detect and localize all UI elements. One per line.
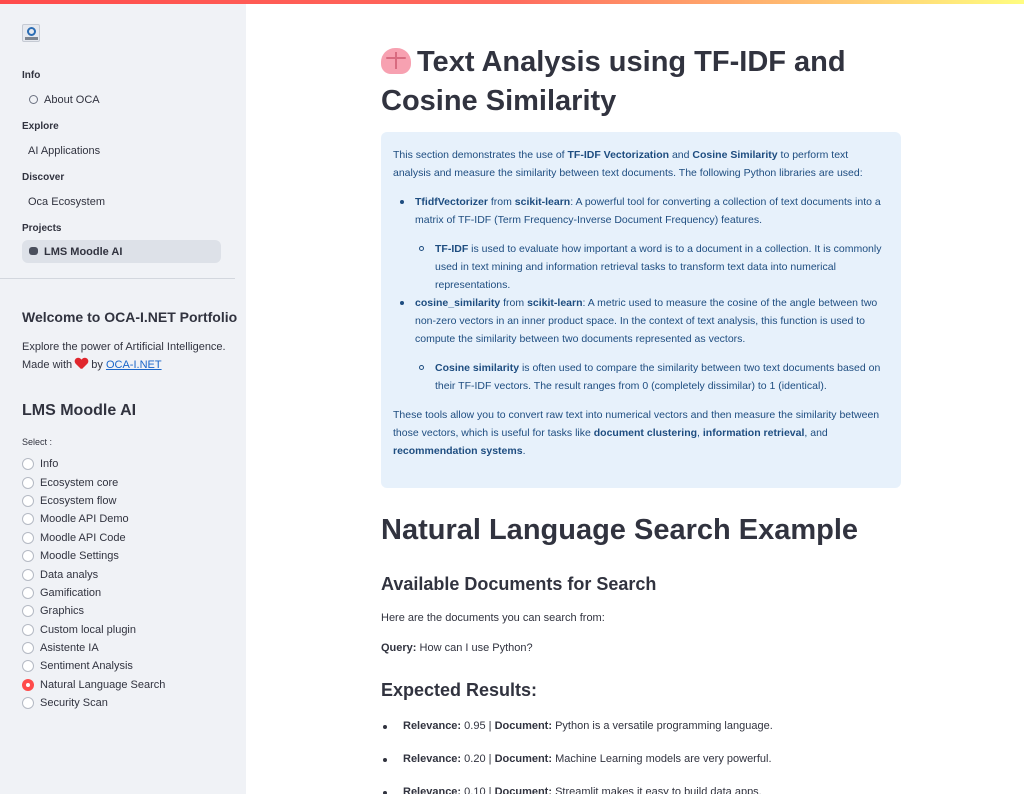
result-item: Relevance: 0.95 | Document: Python is a … <box>381 720 773 732</box>
result-item: Relevance: 0.10 | Document: Streamlit ma… <box>381 786 762 794</box>
nav-item-ai-applications[interactable]: AI Applications <box>22 139 221 162</box>
radio-label: Gamification <box>40 586 102 599</box>
nav-item-label: About OCA <box>44 93 100 106</box>
radio-option[interactable]: Ecosystem flow <box>22 492 165 510</box>
radio-button[interactable] <box>22 586 34 599</box>
radio-label: Moodle API Demo <box>40 513 129 526</box>
nav-heading-projects: Projects <box>22 223 62 234</box>
info-outro: These tools allow you to convert raw tex… <box>393 409 880 457</box>
radio-option[interactable]: Data analys <box>22 565 165 583</box>
radio-option[interactable]: Ecosystem core <box>22 473 165 491</box>
welcome-text: Explore the power of Artificial Intellig… <box>22 338 237 374</box>
welcome-title: Welcome to OCA-I.NET Portfolio <box>22 309 238 325</box>
list-item: TF-IDF is used to evaluate how important… <box>393 240 889 294</box>
page-title: Text Analysis using TF-IDF and Cosine Si… <box>381 43 901 121</box>
nav-item-label: LMS Moodle AI <box>44 245 123 258</box>
docs-heading: Available Documents for Search <box>381 574 657 594</box>
radio-option[interactable]: Sentiment Analysis <box>22 657 165 675</box>
brain-icon <box>381 48 411 74</box>
radio-label: Ecosystem flow <box>40 494 117 507</box>
nav-heading-info: Info <box>22 70 41 81</box>
sidebar-divider <box>0 278 235 279</box>
results-heading: Expected Results: <box>381 680 538 700</box>
info-box: This section demonstrates the use of TF-… <box>381 132 901 488</box>
radio-label: Info <box>40 458 59 471</box>
select-label: Select : <box>22 437 53 447</box>
nav-item-lms-moodle-ai[interactable]: LMS Moodle AI <box>22 240 221 263</box>
nav-item-label: AI Applications <box>28 144 101 157</box>
welcome-text-by: by <box>91 359 103 371</box>
list-item: cosine_similarity from scikit-learn: A m… <box>393 294 889 348</box>
section-heading: Natural Language Search Example <box>381 514 859 546</box>
radio-label: Natural Language Search <box>40 678 166 691</box>
radio-label: Custom local plugin <box>40 623 136 636</box>
radio-option[interactable]: Security Scan <box>22 694 165 712</box>
nav-item-about-oca[interactable]: About OCA <box>22 88 221 111</box>
query-line: Query: How can I use Python? <box>381 642 533 654</box>
radio-label: Sentiment Analysis <box>40 660 133 673</box>
oca-link[interactable]: OCA-I.NET <box>106 359 162 371</box>
radio-option[interactable]: Graphics <box>22 602 165 620</box>
nav-item-oca-ecosystem[interactable]: Oca Ecosystem <box>22 190 221 213</box>
radio-label: Security Scan <box>40 697 108 710</box>
section-title: LMS Moodle AI <box>22 402 137 419</box>
heart-icon <box>75 358 88 369</box>
sidebar: Info About OCA Explore AI Applications D… <box>0 4 246 794</box>
info-intro: This section demonstrates the use of TF-… <box>393 149 863 179</box>
docs-text: Here are the documents you can search fr… <box>381 612 605 624</box>
oca-logo-icon <box>22 24 40 42</box>
robot-icon <box>28 246 39 257</box>
radio-button[interactable] <box>22 513 34 526</box>
radio-label: Moodle Settings <box>40 550 119 563</box>
radio-option[interactable]: Moodle API Demo <box>22 510 165 528</box>
nav-heading-discover: Discover <box>22 172 65 183</box>
radio-button[interactable] <box>22 476 34 489</box>
radio-button[interactable] <box>22 605 34 618</box>
radio-group: Info Ecosystem core Ecosystem flow Moodle A… <box>22 455 165 712</box>
radio-button[interactable] <box>22 531 34 544</box>
radio-button[interactable] <box>22 568 34 581</box>
radio-option[interactable]: Info <box>22 455 165 473</box>
radio-button[interactable] <box>22 550 34 563</box>
radio-option[interactable]: Natural Language Search <box>22 676 165 694</box>
radio-button[interactable] <box>22 623 34 636</box>
radio-button[interactable] <box>22 678 34 691</box>
radio-option[interactable]: Custom local plugin <box>22 621 165 639</box>
radio-option[interactable]: Gamification <box>22 584 165 602</box>
radio-button[interactable] <box>22 494 34 507</box>
radio-label: Graphics <box>40 605 85 618</box>
radio-button[interactable] <box>22 458 34 471</box>
radio-option[interactable]: Asistente IA <box>22 639 165 657</box>
radio-label: Data analys <box>40 568 99 581</box>
radio-button[interactable] <box>22 660 34 673</box>
nav-item-label: Oca Ecosystem <box>28 195 106 208</box>
list-item: Cosine similarity is often used to compa… <box>393 359 889 395</box>
result-item: Relevance: 0.20 | Document: Machine Lear… <box>381 753 772 765</box>
list-item: TfidfVectorizer from scikit-learn: A pow… <box>393 193 889 229</box>
radio-label: Moodle API Code <box>40 531 126 544</box>
radio-option[interactable]: Moodle API Code <box>22 529 165 547</box>
radio-option[interactable]: Moodle Settings <box>22 547 165 565</box>
page-title-text: Text Analysis using TF-IDF and Cosine Si… <box>381 46 846 117</box>
nav-heading-explore: Explore <box>22 121 59 132</box>
radio-label: Ecosystem core <box>40 476 119 489</box>
radio-label: Asistente IA <box>40 642 99 655</box>
person-icon <box>28 94 39 106</box>
radio-button[interactable] <box>22 697 34 710</box>
radio-button[interactable] <box>22 642 34 655</box>
